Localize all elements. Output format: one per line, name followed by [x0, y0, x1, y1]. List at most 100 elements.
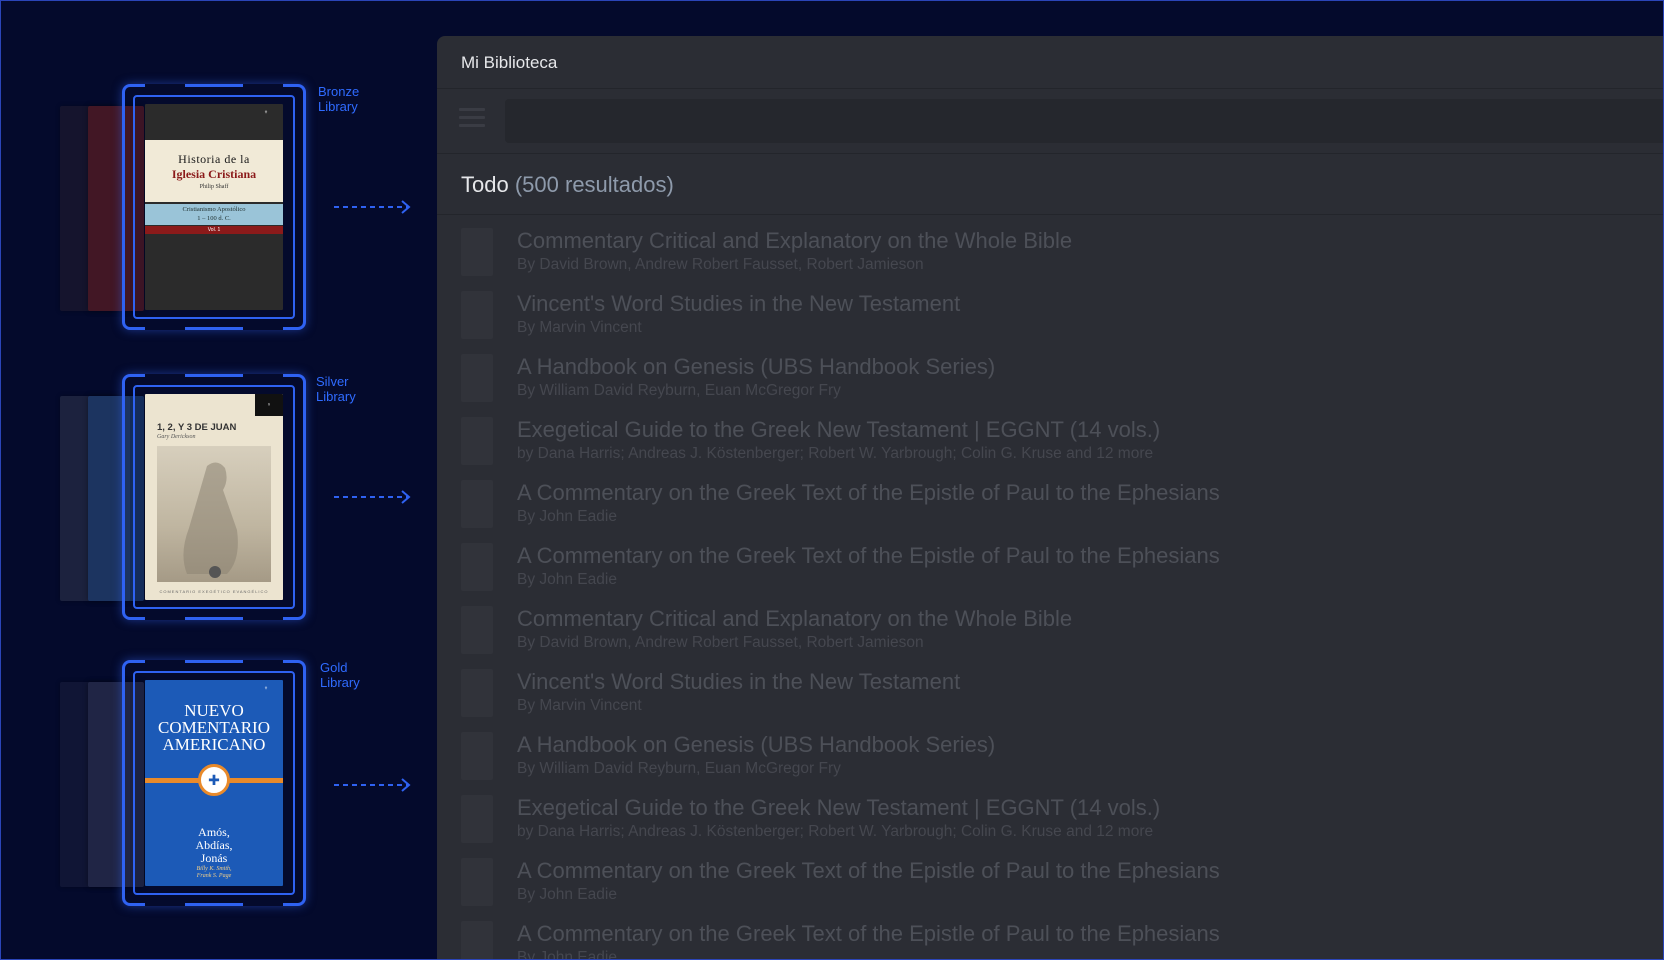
cover-title: 1, 2, Y 3 DE JUAN [157, 422, 237, 433]
list-item[interactable]: A Handbook on Genesis (UBS Handbook Seri… [437, 342, 1664, 405]
cover-books: Amós, Abdías, Jonás [145, 826, 283, 865]
book-author: By John Eadie [517, 508, 617, 525]
search-input[interactable] [505, 99, 1664, 143]
tier-label-line: Silver [316, 374, 349, 389]
list-item[interactable]: A Commentary on the Greek Text of the Ep… [437, 531, 1664, 594]
cover-series: COMENTARIO EXEGÉTICO EVANGÉLICO [159, 589, 269, 594]
book-author: By David Brown, Andrew Robert Fausset, R… [517, 256, 924, 273]
book-thumbnail [461, 543, 493, 591]
results-header: Todo (500 resultados) [437, 154, 1664, 215]
list-item[interactable]: Vincent's Word Studies in the New Testam… [437, 657, 1664, 720]
results-title: Todo (500 resultados) [461, 172, 674, 198]
list-item[interactable]: Exegetical Guide to the Greek New Testam… [437, 783, 1664, 846]
book-author: By Marvin Vincent [517, 319, 642, 336]
book-thumbnail [461, 795, 493, 843]
book-author: By John Eadie [517, 949, 617, 960]
book-title: Vincent's Word Studies in the New Testam… [517, 291, 961, 316]
book-author: By John Eadie [517, 886, 617, 903]
cover-author: Billy K. Smith, [196, 866, 232, 872]
list-item[interactable]: A Commentary on the Greek Text of the Ep… [437, 909, 1664, 960]
list-item[interactable]: Commentary Critical and Explanatory on t… [437, 594, 1664, 657]
publisher-logo-icon: ♆ [263, 110, 269, 116]
list-item[interactable]: A Handbook on Genesis (UBS Handbook Seri… [437, 720, 1664, 783]
tier-label-line: Bronze [318, 84, 360, 99]
results-list: Commentary Critical and Explanatory on t… [437, 216, 1664, 960]
cover-title: Iglesia Cristiana [171, 167, 257, 181]
dashed-arrow-right-icon [334, 200, 411, 214]
list-item[interactable]: Vincent's Word Studies in the New Testam… [437, 279, 1664, 342]
book-title: A Commentary on the Greek Text of the Ep… [517, 858, 1220, 883]
book-thumbnail [461, 732, 493, 780]
results-count: (500 resultados) [514, 172, 674, 197]
tier-label: Gold Library [320, 660, 390, 690]
tier-label-line: Library [316, 389, 356, 404]
cover-title-line: AMERICANO [162, 735, 266, 754]
book-thumbnail [461, 480, 493, 528]
cover-author: Gary Derickson [157, 434, 196, 440]
book-author: By David Brown, Andrew Robert Fausset, R… [517, 634, 924, 651]
publisher-logo-icon: ♆ [255, 394, 283, 416]
book-title: Exegetical Guide to the Greek New Testam… [517, 417, 1161, 442]
book-title: A Handbook on Genesis (UBS Handbook Seri… [517, 354, 996, 379]
book-cover-1-2-3-juan[interactable]: ♆ 1, 2, Y 3 DE JUAN Gary Derickson COMEN… [145, 394, 283, 600]
book-author: by Dana Harris; Andreas J. Köstenberger;… [517, 823, 1154, 840]
book-author: By William David Reyburn, Euan McGregor … [517, 760, 841, 777]
tier-label-line: Library [318, 99, 358, 114]
cover-subtitle-band: Cristianismo Apostólico 1 – 100 d. C. [145, 204, 283, 225]
tier-label-line: Gold [320, 660, 348, 675]
cover-book-name: Jonás [200, 851, 228, 865]
cover-volume: Vol. 1 [145, 226, 283, 234]
book-title: Commentary Critical and Explanatory on t… [517, 228, 1073, 253]
hamburger-menu-icon[interactable] [459, 108, 485, 130]
cover-author: Frank S. Page [196, 873, 232, 879]
cover-illustration [157, 446, 271, 582]
toolbar [437, 89, 1664, 154]
book-title: Exegetical Guide to the Greek New Testam… [517, 795, 1161, 820]
list-item[interactable]: A Commentary on the Greek Text of the Ep… [437, 468, 1664, 531]
book-title: Commentary Critical and Explanatory on t… [517, 606, 1073, 631]
cover-subtitle: Cristianismo Apostólico [182, 206, 246, 213]
dashed-arrow-right-icon [334, 778, 411, 792]
book-author: by Dana Harris; Andreas J. Köstenberger;… [517, 445, 1154, 462]
list-item[interactable]: Exegetical Guide to the Greek New Testam… [437, 405, 1664, 468]
book-cover-historia-iglesia[interactable]: ♆ Historia de la Iglesia Cristiana Phili… [145, 104, 283, 310]
cover-author: Philip Shaff [199, 184, 229, 190]
book-title: A Commentary on the Greek Text of the Ep… [517, 480, 1220, 505]
dashed-arrow-right-icon [334, 490, 411, 504]
book-thumbnail [461, 354, 493, 402]
cover-title-line: COMENTARIO [158, 718, 270, 737]
cover-title: NUEVO COMENTARIO AMERICANO [145, 702, 283, 753]
window-header: Mi Biblioteca [437, 36, 1664, 89]
book-title: A Commentary on the Greek Text of the Ep… [517, 921, 1220, 946]
book-author: By Marvin Vincent [517, 697, 642, 714]
book-title: Vincent's Word Studies in the New Testam… [517, 669, 961, 694]
publisher-logo-icon: ♆ [263, 686, 269, 692]
library-window: Mi Biblioteca Todo (500 resultados) Comm… [437, 36, 1664, 960]
book-thumbnail [461, 669, 493, 717]
book-author: By John Eadie [517, 571, 617, 588]
book-thumbnail [461, 858, 493, 906]
window-title: Mi Biblioteca [461, 53, 558, 72]
book-title: A Handbook on Genesis (UBS Handbook Seri… [517, 732, 996, 757]
tier-label-line: Library [320, 675, 360, 690]
book-emblem-icon: ✚ [198, 764, 230, 796]
bronze-library-tier: ♆ Historia de la Iglesia Cristiana Phili… [0, 82, 430, 342]
silver-library-tier: ♆ 1, 2, Y 3 DE JUAN Gary Derickson COMEN… [0, 372, 430, 632]
tier-label: Silver Library [316, 374, 386, 404]
book-thumbnail [461, 228, 493, 276]
book-thumbnail [461, 921, 493, 960]
book-thumbnail [461, 291, 493, 339]
results-label: Todo [461, 172, 509, 197]
book-thumbnail [461, 606, 493, 654]
cover-title: Historia de la [178, 152, 250, 166]
gold-library-tier: ♆ NUEVO COMENTARIO AMERICANO ✚ Amós, Abd… [0, 658, 430, 918]
book-author: By William David Reyburn, Euan McGregor … [517, 382, 841, 399]
list-item[interactable]: A Commentary on the Greek Text of the Ep… [437, 846, 1664, 909]
book-cover-nuevo-comentario-americano[interactable]: ♆ NUEVO COMENTARIO AMERICANO ✚ Amós, Abd… [145, 680, 283, 886]
tier-label: Bronze Library [318, 84, 388, 114]
cover-subtitle: 1 – 100 d. C. [197, 215, 231, 222]
list-item[interactable]: Commentary Critical and Explanatory on t… [437, 216, 1664, 279]
book-title: A Commentary on the Greek Text of the Ep… [517, 543, 1220, 568]
book-thumbnail [461, 417, 493, 465]
cover-title-line: NUEVO [184, 701, 244, 720]
